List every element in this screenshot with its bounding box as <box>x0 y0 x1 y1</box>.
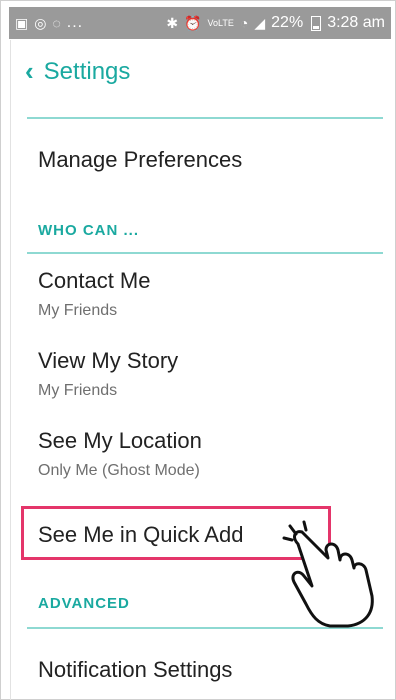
view-my-story-item[interactable]: View My Story <box>38 348 178 374</box>
signal-icon: ◢ <box>254 15 266 31</box>
status-time: 3:28 am <box>327 14 385 31</box>
more-notifications: ... <box>66 14 84 31</box>
divider <box>27 117 383 119</box>
back-chevron-icon[interactable]: ‹ <box>25 58 34 84</box>
pointing-hand-cursor-icon <box>282 520 374 628</box>
alarm-icon: ⏰ <box>184 15 202 31</box>
manage-preferences-item[interactable]: Manage Preferences <box>38 147 242 173</box>
see-my-location-value: Only Me (Ghost Mode) <box>38 462 200 479</box>
status-left: ▣ ◎ ◌ ... <box>9 14 83 32</box>
status-right: ✱ ⏰ VoLTE ◔ ◢ 22% 3:28 am <box>166 14 391 32</box>
settings-header[interactable]: ‹ Settings <box>25 58 130 86</box>
see-my-location-item[interactable]: See My Location <box>38 428 202 454</box>
status-bar: ▣ ◎ ◌ ... ✱ ⏰ VoLTE ◔ ◢ 22% 3:28 am <box>9 7 391 39</box>
bluetooth-icon: ✱ <box>166 15 179 31</box>
gallery-icon: ▣ <box>15 15 29 31</box>
contact-me-item[interactable]: Contact Me <box>38 268 151 294</box>
view-my-story-value: My Friends <box>38 382 118 399</box>
divider <box>27 252 383 254</box>
who-can-section-header: WHO CAN ... <box>38 222 139 239</box>
app-icon: ◌ <box>52 15 61 31</box>
battery-percent: 22% <box>271 14 304 31</box>
battery-icon <box>311 15 322 31</box>
volte-icon: VoLTE <box>207 17 234 28</box>
page-title: Settings <box>43 58 131 85</box>
screen-edge <box>10 40 11 700</box>
advanced-section-header: ADVANCED <box>38 595 130 612</box>
whatsapp-icon: ◎ <box>34 15 47 31</box>
wifi-icon: ◔ <box>239 15 249 31</box>
contact-me-value: My Friends <box>38 302 118 319</box>
see-me-in-quick-add-item[interactable]: See Me in Quick Add <box>38 522 243 548</box>
notification-settings-item[interactable]: Notification Settings <box>38 657 232 683</box>
